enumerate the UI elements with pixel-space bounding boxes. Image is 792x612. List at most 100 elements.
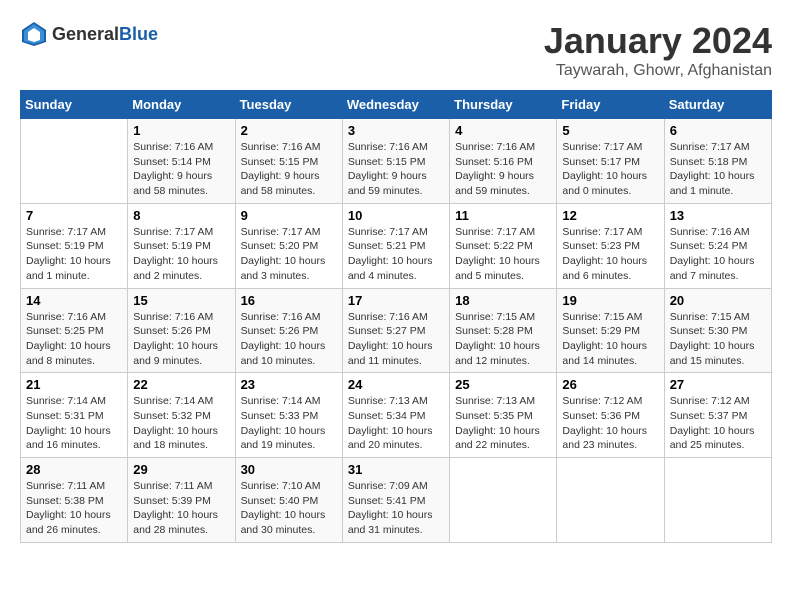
day-detail: Sunrise: 7:16 AMSunset: 5:15 PMDaylight:…: [348, 140, 444, 199]
day-detail: Sunrise: 7:17 AMSunset: 5:18 PMDaylight:…: [670, 140, 766, 199]
calendar-cell: [664, 458, 771, 543]
calendar-cell: [450, 458, 557, 543]
week-row-2: 7Sunrise: 7:17 AMSunset: 5:19 PMDaylight…: [21, 203, 772, 288]
header-thursday: Thursday: [450, 91, 557, 119]
day-number: 6: [670, 123, 766, 138]
calendar-cell: 5 Sunrise: 7:17 AMSunset: 5:17 PMDaylight…: [557, 119, 664, 204]
calendar-cell: 30 Sunrise: 7:10 AMSunset: 5:40 PMDayligh…: [235, 458, 342, 543]
calendar-cell: 18 Sunrise: 7:15 AMSunset: 5:28 PMDayligh…: [450, 288, 557, 373]
calendar-cell: [21, 119, 128, 204]
day-number: 7: [26, 208, 122, 223]
day-detail: Sunrise: 7:11 AMSunset: 5:39 PMDaylight:…: [133, 479, 229, 538]
logo-blue: Blue: [119, 24, 158, 44]
day-number: 27: [670, 377, 766, 392]
day-detail: Sunrise: 7:15 AMSunset: 5:30 PMDaylight:…: [670, 310, 766, 369]
title-block: January 2024 Taywarah, Ghowr, Afghanista…: [544, 20, 772, 80]
calendar-header-row: SundayMondayTuesdayWednesdayThursdayFrid…: [21, 91, 772, 119]
day-detail: Sunrise: 7:16 AMSunset: 5:24 PMDaylight:…: [670, 225, 766, 284]
header-sunday: Sunday: [21, 91, 128, 119]
logo-general: General: [52, 24, 119, 44]
calendar-cell: 15 Sunrise: 7:16 AMSunset: 5:26 PMDayligh…: [128, 288, 235, 373]
logo-icon: [20, 20, 48, 48]
day-number: 20: [670, 293, 766, 308]
day-detail: Sunrise: 7:16 AMSunset: 5:25 PMDaylight:…: [26, 310, 122, 369]
day-number: 8: [133, 208, 229, 223]
day-number: 3: [348, 123, 444, 138]
logo-text: GeneralBlue: [52, 24, 158, 45]
location-title: Taywarah, Ghowr, Afghanistan: [544, 62, 772, 80]
calendar-cell: 28 Sunrise: 7:11 AMSunset: 5:38 PMDayligh…: [21, 458, 128, 543]
calendar-cell: 21 Sunrise: 7:14 AMSunset: 5:31 PMDayligh…: [21, 373, 128, 458]
calendar-cell: 22 Sunrise: 7:14 AMSunset: 5:32 PMDayligh…: [128, 373, 235, 458]
calendar-cell: 29 Sunrise: 7:11 AMSunset: 5:39 PMDayligh…: [128, 458, 235, 543]
month-title: January 2024: [544, 20, 772, 62]
day-detail: Sunrise: 7:15 AMSunset: 5:29 PMDaylight:…: [562, 310, 658, 369]
day-number: 19: [562, 293, 658, 308]
day-number: 14: [26, 293, 122, 308]
day-detail: Sunrise: 7:16 AMSunset: 5:26 PMDaylight:…: [241, 310, 337, 369]
day-detail: Sunrise: 7:11 AMSunset: 5:38 PMDaylight:…: [26, 479, 122, 538]
calendar-cell: 11Sunrise: 7:17 AMSunset: 5:22 PMDayligh…: [450, 203, 557, 288]
calendar-cell: 7Sunrise: 7:17 AMSunset: 5:19 PMDaylight…: [21, 203, 128, 288]
day-detail: Sunrise: 7:12 AMSunset: 5:36 PMDaylight:…: [562, 394, 658, 453]
day-number: 9: [241, 208, 337, 223]
calendar-cell: 16 Sunrise: 7:16 AMSunset: 5:26 PMDayligh…: [235, 288, 342, 373]
calendar-cell: 1 Sunrise: 7:16 AMSunset: 5:14 PMDaylight…: [128, 119, 235, 204]
day-detail: Sunrise: 7:16 AMSunset: 5:15 PMDaylight:…: [241, 140, 337, 199]
week-row-3: 14 Sunrise: 7:16 AMSunset: 5:25 PMDayligh…: [21, 288, 772, 373]
day-number: 28: [26, 462, 122, 477]
day-number: 31: [348, 462, 444, 477]
day-detail: Sunrise: 7:14 AMSunset: 5:31 PMDaylight:…: [26, 394, 122, 453]
calendar-cell: 8Sunrise: 7:17 AMSunset: 5:19 PMDaylight…: [128, 203, 235, 288]
calendar-cell: 20 Sunrise: 7:15 AMSunset: 5:30 PMDayligh…: [664, 288, 771, 373]
day-number: 4: [455, 123, 551, 138]
day-detail: Sunrise: 7:10 AMSunset: 5:40 PMDaylight:…: [241, 479, 337, 538]
day-number: 25: [455, 377, 551, 392]
day-detail: Sunrise: 7:16 AMSunset: 5:14 PMDaylight:…: [133, 140, 229, 199]
calendar-cell: 17 Sunrise: 7:16 AMSunset: 5:27 PMDayligh…: [342, 288, 449, 373]
day-detail: Sunrise: 7:15 AMSunset: 5:28 PMDaylight:…: [455, 310, 551, 369]
page-header: GeneralBlue January 2024 Taywarah, Ghowr…: [20, 20, 772, 80]
day-detail: Sunrise: 7:17 AMSunset: 5:17 PMDaylight:…: [562, 140, 658, 199]
day-number: 16: [241, 293, 337, 308]
header-wednesday: Wednesday: [342, 91, 449, 119]
day-number: 1: [133, 123, 229, 138]
day-detail: Sunrise: 7:14 AMSunset: 5:32 PMDaylight:…: [133, 394, 229, 453]
day-detail: Sunrise: 7:09 AMSunset: 5:41 PMDaylight:…: [348, 479, 444, 538]
calendar-cell: 2Sunrise: 7:16 AMSunset: 5:15 PMDaylight…: [235, 119, 342, 204]
day-number: 13: [670, 208, 766, 223]
day-number: 23: [241, 377, 337, 392]
day-detail: Sunrise: 7:14 AMSunset: 5:33 PMDaylight:…: [241, 394, 337, 453]
header-tuesday: Tuesday: [235, 91, 342, 119]
header-monday: Monday: [128, 91, 235, 119]
day-detail: Sunrise: 7:16 AMSunset: 5:26 PMDaylight:…: [133, 310, 229, 369]
day-number: 10: [348, 208, 444, 223]
header-saturday: Saturday: [664, 91, 771, 119]
day-number: 15: [133, 293, 229, 308]
day-number: 26: [562, 377, 658, 392]
day-number: 17: [348, 293, 444, 308]
day-detail: Sunrise: 7:17 AMSunset: 5:20 PMDaylight:…: [241, 225, 337, 284]
day-number: 12: [562, 208, 658, 223]
day-detail: Sunrise: 7:16 AMSunset: 5:27 PMDaylight:…: [348, 310, 444, 369]
day-number: 11: [455, 208, 551, 223]
day-number: 24: [348, 377, 444, 392]
calendar-table: SundayMondayTuesdayWednesdayThursdayFrid…: [20, 90, 772, 543]
day-number: 30: [241, 462, 337, 477]
day-number: 18: [455, 293, 551, 308]
day-number: 21: [26, 377, 122, 392]
calendar-cell: 14 Sunrise: 7:16 AMSunset: 5:25 PMDayligh…: [21, 288, 128, 373]
logo: GeneralBlue: [20, 20, 158, 48]
day-number: 29: [133, 462, 229, 477]
calendar-cell: 12 Sunrise: 7:17 AMSunset: 5:23 PMDayligh…: [557, 203, 664, 288]
calendar-cell: 9 Sunrise: 7:17 AMSunset: 5:20 PMDaylight…: [235, 203, 342, 288]
day-number: 22: [133, 377, 229, 392]
calendar-cell: 6 Sunrise: 7:17 AMSunset: 5:18 PMDaylight…: [664, 119, 771, 204]
day-detail: Sunrise: 7:16 AMSunset: 5:16 PMDaylight:…: [455, 140, 551, 199]
calendar-cell: 3 Sunrise: 7:16 AMSunset: 5:15 PMDaylight…: [342, 119, 449, 204]
calendar-body: 1 Sunrise: 7:16 AMSunset: 5:14 PMDaylight…: [21, 119, 772, 543]
day-number: 5: [562, 123, 658, 138]
day-detail: Sunrise: 7:17 AMSunset: 5:23 PMDaylight:…: [562, 225, 658, 284]
week-row-5: 28 Sunrise: 7:11 AMSunset: 5:38 PMDayligh…: [21, 458, 772, 543]
calendar-cell: 24Sunrise: 7:13 AMSunset: 5:34 PMDayligh…: [342, 373, 449, 458]
